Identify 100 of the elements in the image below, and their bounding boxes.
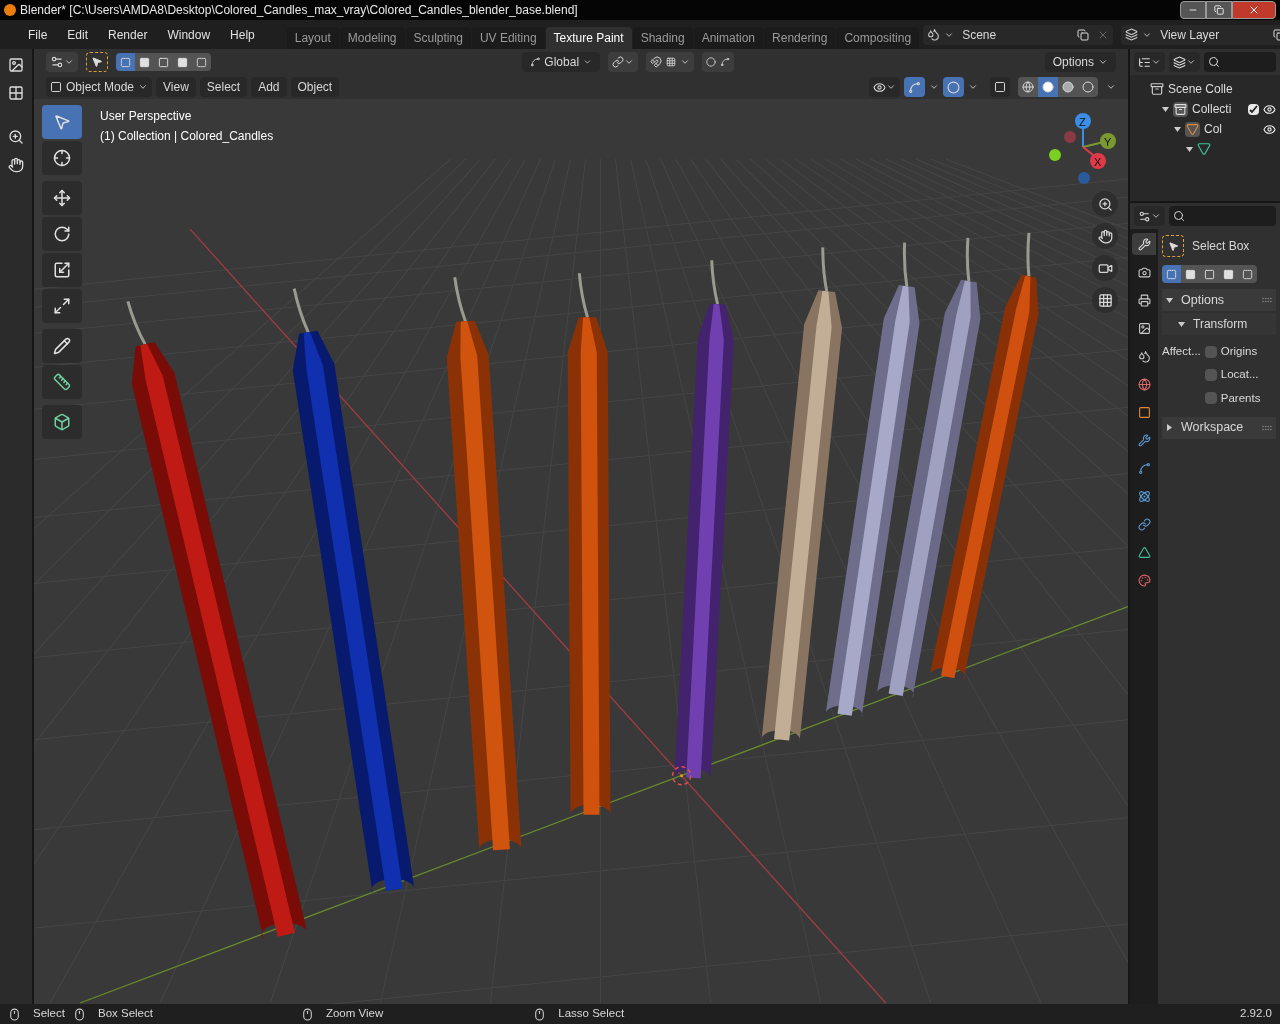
zoom-button[interactable]: [1092, 191, 1118, 217]
square-icon: [177, 56, 188, 68]
outliner-label[interactable]: Col: [1204, 120, 1259, 138]
move-arrows-icon: [53, 189, 71, 207]
shading-mode-button[interactable]: [1018, 77, 1038, 97]
menu-item[interactable]: Help: [222, 25, 263, 44]
tool-button[interactable]: [42, 141, 82, 175]
pivot-dropdown[interactable]: [607, 52, 638, 72]
copy-icon[interactable]: [1077, 28, 1090, 41]
select-mode-button[interactable]: [135, 53, 154, 71]
checkbox-label[interactable]: Locat...: [1220, 366, 1259, 384]
checker-icon[interactable]: [8, 85, 24, 101]
workspace-tab[interactable]: Rendering: [764, 27, 836, 49]
zoom-icon[interactable]: [8, 129, 24, 145]
transform-pivot-button[interactable]: [46, 52, 78, 72]
select-mode-button[interactable]: [1162, 265, 1181, 283]
eye-icon[interactable]: [1263, 102, 1276, 116]
panel-title[interactable]: Workspace: [1181, 418, 1244, 438]
shading-mode-button[interactable]: [1078, 77, 1098, 97]
menu-item[interactable]: File: [20, 25, 56, 44]
header-menu[interactable]: Object: [290, 77, 340, 97]
status-hint: Box Select: [97, 1006, 153, 1022]
drag-handle-icon[interactable]: [1262, 424, 1272, 431]
orientation-dropdown[interactable]: Global: [521, 52, 600, 72]
search-field[interactable]: [1204, 52, 1276, 72]
expanded-arrow-icon[interactable]: [1178, 320, 1185, 328]
drag-handle-icon[interactable]: [1262, 297, 1272, 303]
select-mode-button[interactable]: [1181, 265, 1200, 283]
tool-button[interactable]: [42, 217, 82, 251]
tool-button[interactable]: [42, 289, 82, 323]
checkbox[interactable]: [1204, 368, 1217, 381]
scene-selector[interactable]: Scene: [923, 24, 1114, 45]
scene-name[interactable]: Scene: [962, 25, 1074, 44]
perspective-toggle-button[interactable]: [1092, 287, 1118, 313]
search-field[interactable]: [1169, 206, 1276, 226]
tool-button[interactable]: [42, 405, 82, 439]
workspace-tab[interactable]: Compositing: [836, 27, 920, 49]
panel-header[interactable]: Workspace: [1162, 416, 1276, 439]
exclude-checkbox[interactable]: [1248, 103, 1259, 115]
checkbox-label[interactable]: Parents: [1220, 389, 1261, 407]
expanded-arrow-icon[interactable]: [1186, 145, 1193, 153]
link-icon: [1137, 517, 1151, 531]
outliner-label[interactable]: Collecti: [1192, 100, 1244, 118]
tool-button[interactable]: [42, 253, 82, 287]
hand-icon[interactable]: [8, 157, 24, 173]
proportional-edit-toggle[interactable]: [701, 52, 734, 72]
workspace-tab[interactable]: Animation: [693, 27, 764, 49]
view-layer-selector[interactable]: View Layer: [1121, 24, 1280, 45]
checkbox[interactable]: [1204, 345, 1217, 358]
checkbox[interactable]: [1204, 392, 1217, 405]
editor-type-dropdown[interactable]: [1134, 206, 1165, 226]
select-mode-button[interactable]: [116, 53, 135, 71]
workspace-tab[interactable]: Layout: [286, 27, 339, 49]
workspace-tab[interactable]: Modeling: [339, 27, 405, 49]
overlay-toggle[interactable]: [943, 77, 964, 97]
menu-item[interactable]: Render: [100, 25, 156, 44]
workspace-tab[interactable]: Sculpting: [405, 27, 471, 49]
header-menu[interactable]: Select: [199, 77, 248, 97]
snap-toggle[interactable]: [645, 52, 694, 72]
outliner-label[interactable]: Scene Colle: [1168, 80, 1276, 98]
header-menu[interactable]: View: [156, 77, 196, 97]
gizmo-toggle[interactable]: [904, 77, 925, 97]
filter-dropdown[interactable]: [1169, 52, 1200, 72]
header-menu[interactable]: Add: [251, 77, 287, 97]
pan-button[interactable]: [1092, 223, 1118, 249]
expanded-arrow-icon[interactable]: [1162, 105, 1169, 113]
panel-header[interactable]: Options: [1162, 289, 1276, 311]
maximize-button[interactable]: [1206, 1, 1232, 19]
subpanel-title[interactable]: Transform: [1193, 315, 1248, 333]
workspace-tab[interactable]: UV Editing: [471, 27, 545, 49]
xray-toggle[interactable]: [990, 77, 1010, 97]
camera-view-button[interactable]: [1092, 255, 1118, 281]
workspace-tab[interactable]: Shading: [632, 27, 693, 49]
visibility-dropdown[interactable]: [869, 77, 900, 97]
image-icon[interactable]: [8, 57, 24, 73]
tool-button[interactable]: [42, 365, 82, 399]
select-mode-button[interactable]: [1238, 265, 1257, 283]
mode-dropdown[interactable]: Object Mode: [46, 77, 152, 97]
checkbox-label[interactable]: Origins: [1220, 343, 1258, 361]
tool-button[interactable]: [42, 329, 82, 363]
subpanel-header[interactable]: Transform: [1162, 313, 1276, 335]
eye-icon[interactable]: [1263, 122, 1276, 136]
minimize-button[interactable]: [1180, 1, 1206, 19]
properties-tab[interactable]: [1132, 233, 1156, 255]
shading-mode-button[interactable]: [1038, 77, 1058, 97]
square-icon: [1242, 268, 1253, 280]
display-mode-dropdown[interactable]: [1134, 52, 1165, 72]
select-mode-button[interactable]: [192, 53, 211, 71]
collapsed-arrow-icon[interactable]: [1166, 424, 1173, 432]
expanded-arrow-icon[interactable]: [1166, 296, 1173, 304]
view-layer-name[interactable]: View Layer: [1160, 25, 1270, 44]
select-box-tool-button[interactable]: [86, 52, 108, 72]
expanded-arrow-icon[interactable]: [1174, 125, 1181, 133]
menu-item[interactable]: Edit: [59, 25, 97, 44]
menu-item[interactable]: Window: [159, 25, 219, 44]
panel-title[interactable]: Options: [1181, 290, 1225, 310]
shading-mode-button[interactable]: [1058, 77, 1078, 97]
workspace-tab[interactable]: Texture Paint: [545, 27, 632, 49]
tool-button[interactable]: [42, 181, 82, 215]
options-dropdown[interactable]: Options: [1044, 52, 1116, 72]
